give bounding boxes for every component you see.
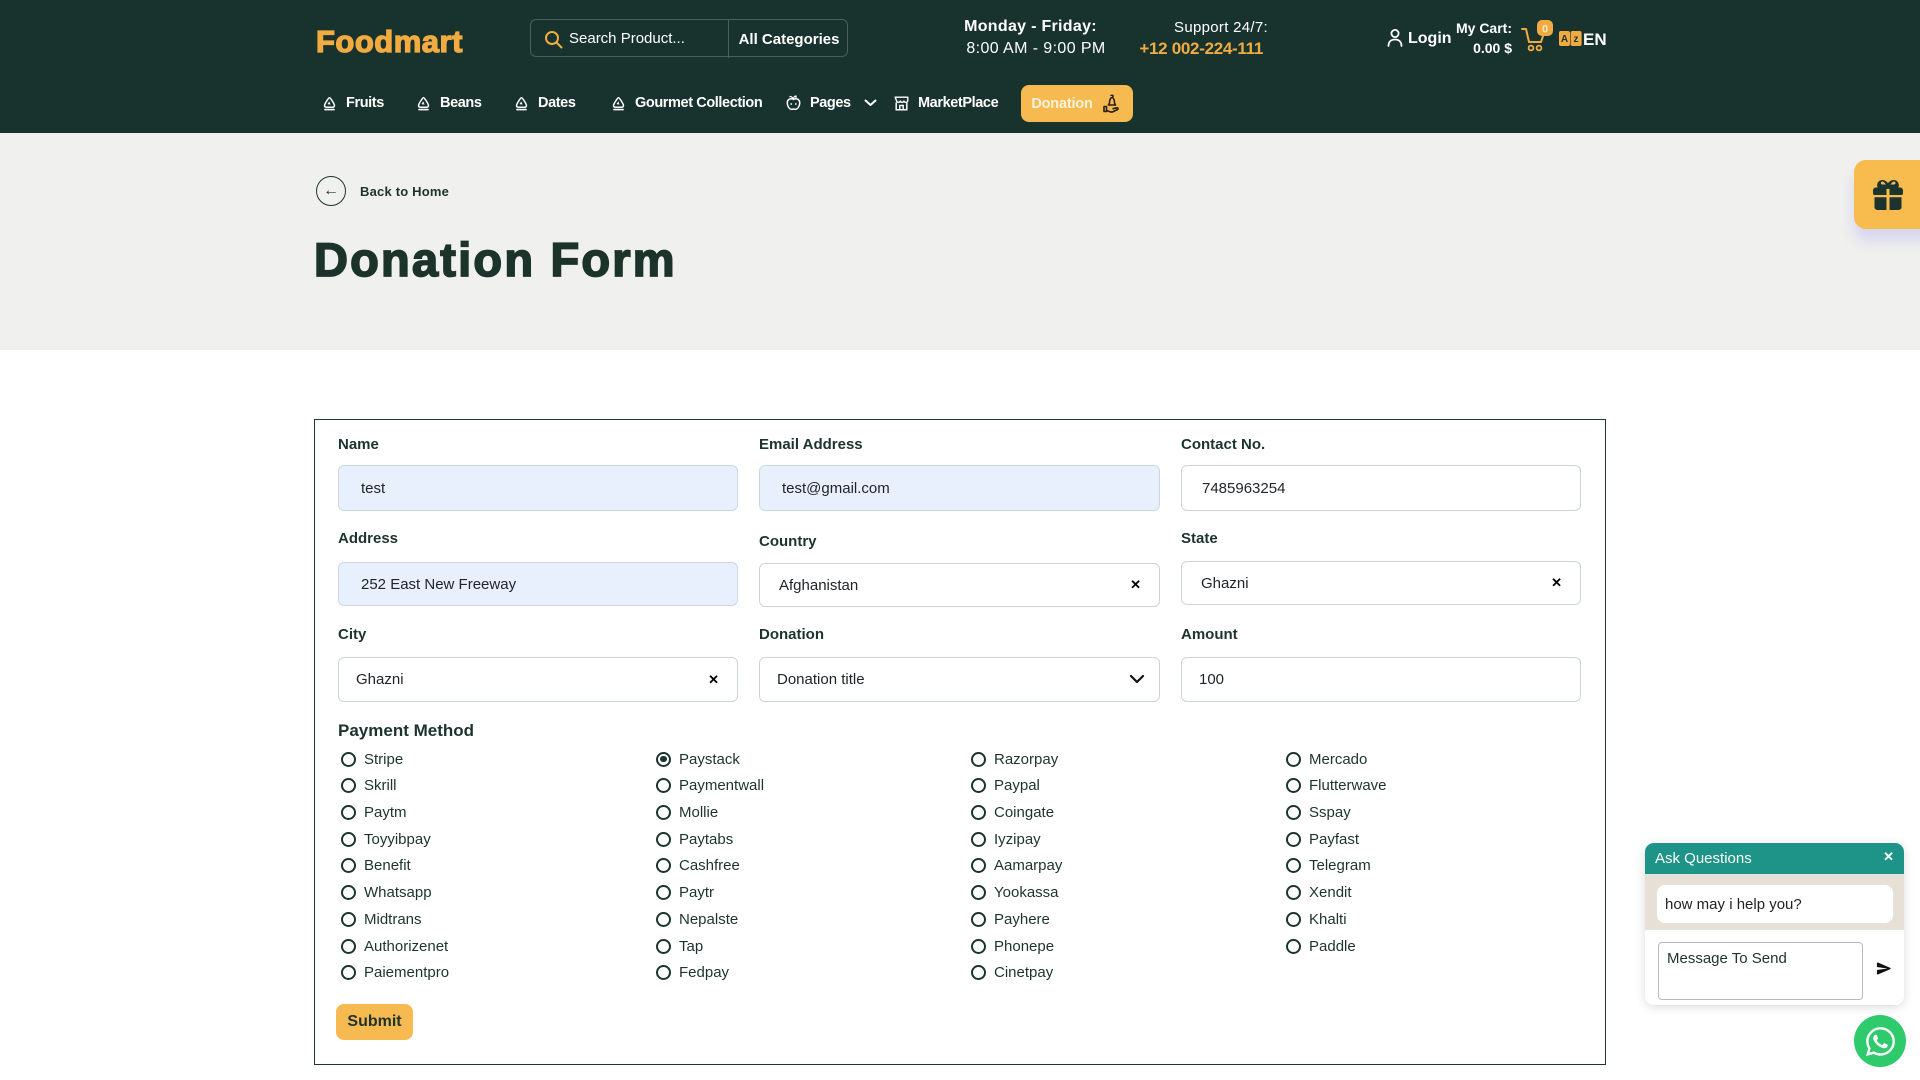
svg-text:z: z [1574, 34, 1579, 45]
svg-text:A: A [1561, 34, 1568, 45]
svg-text:0: 0 [1542, 24, 1548, 36]
